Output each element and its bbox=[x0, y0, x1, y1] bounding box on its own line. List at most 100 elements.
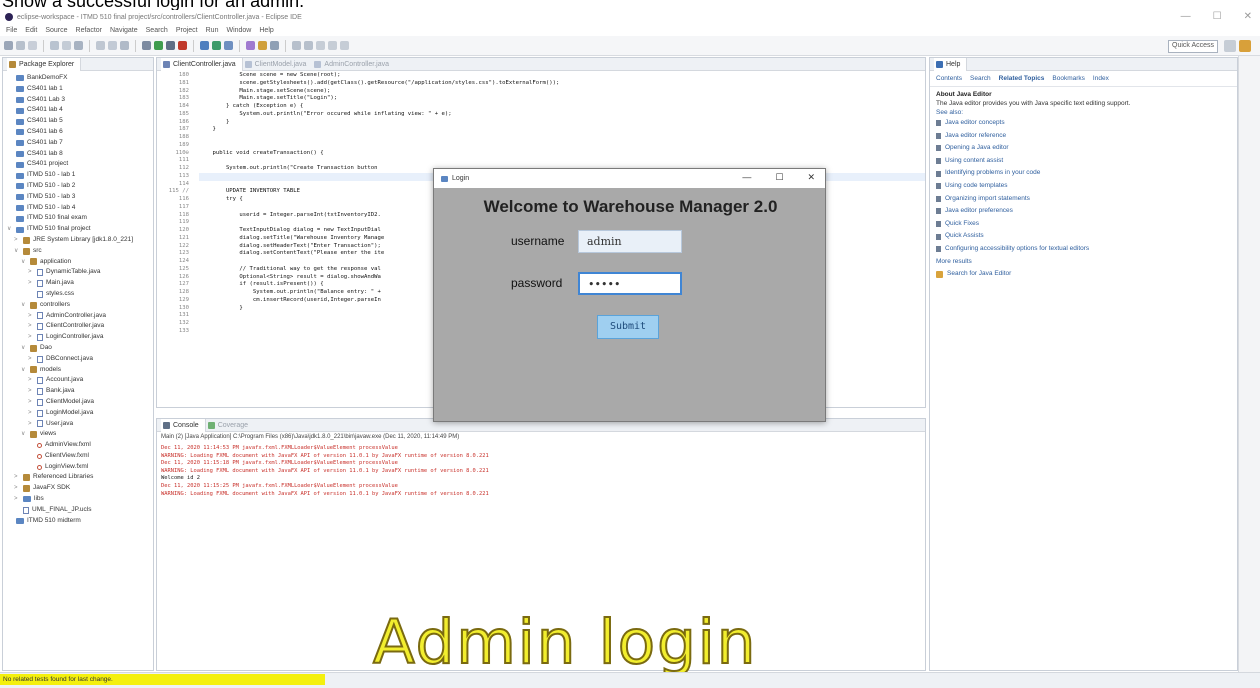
menu-source[interactable]: Source bbox=[45, 27, 67, 34]
help-link[interactable]: Java editor concepts bbox=[936, 117, 1231, 130]
chevron-right-icon[interactable]: > bbox=[28, 408, 34, 419]
tree-item[interactable]: ∨ ITMD 510 final project bbox=[7, 224, 153, 235]
whitespace-icon[interactable] bbox=[120, 41, 129, 50]
last-edit-icon[interactable] bbox=[316, 41, 325, 50]
chevron-right-icon[interactable]: > bbox=[28, 321, 34, 332]
debug-icon[interactable] bbox=[142, 41, 151, 50]
tree-item[interactable]: ∨ Dao bbox=[7, 343, 153, 354]
external-tools-icon[interactable] bbox=[178, 41, 187, 50]
tree-item[interactable]: > AdminController.java bbox=[7, 311, 153, 322]
menu-refactor[interactable]: Refactor bbox=[76, 27, 102, 34]
help-link[interactable]: Identifying problems in your code bbox=[936, 167, 1231, 180]
chevron-right-icon[interactable]: > bbox=[14, 235, 20, 246]
help-link[interactable]: Java editor reference bbox=[936, 130, 1231, 143]
chevron-right-icon[interactable]: > bbox=[28, 386, 34, 397]
help-link[interactable]: Quick Fixes bbox=[936, 218, 1231, 231]
tree-item[interactable]: > JavaFX SDK bbox=[7, 483, 153, 494]
annotation-next-icon[interactable] bbox=[292, 41, 301, 50]
new-icon[interactable] bbox=[4, 41, 13, 50]
tree-item[interactable]: AdminView.fxml bbox=[7, 440, 153, 451]
tree-item[interactable]: ∨ application bbox=[7, 257, 153, 268]
chevron-down-icon[interactable]: ∨ bbox=[14, 246, 20, 257]
tree-item[interactable]: ITMD 510 midterm bbox=[7, 516, 153, 527]
tree-item[interactable]: ∨ controllers bbox=[7, 300, 153, 311]
help-tab-contents[interactable]: Contents bbox=[936, 75, 962, 82]
java-perspective-icon[interactable] bbox=[1239, 40, 1251, 52]
coverage-icon[interactable] bbox=[166, 41, 175, 50]
tree-item[interactable]: CS401 lab 6 bbox=[7, 127, 153, 138]
run-icon[interactable] bbox=[154, 41, 163, 50]
submit-button[interactable]: Submit bbox=[597, 315, 659, 339]
tree-item[interactable]: ITMD 510 - lab 1 bbox=[7, 170, 153, 181]
tab-coverage[interactable]: Coverage bbox=[206, 419, 254, 432]
print-icon[interactable] bbox=[50, 41, 59, 50]
chevron-right-icon[interactable]: > bbox=[28, 375, 34, 386]
username-field[interactable]: admin bbox=[578, 230, 682, 253]
tree-item[interactable]: > LoginController.java bbox=[7, 332, 153, 343]
block-select-icon[interactable] bbox=[108, 41, 117, 50]
menu-search[interactable]: Search bbox=[146, 27, 168, 34]
new-package-icon[interactable] bbox=[212, 41, 221, 50]
chevron-down-icon[interactable]: ∨ bbox=[7, 224, 13, 235]
tree-item[interactable]: ITMD 510 - lab 2 bbox=[7, 181, 153, 192]
help-link[interactable]: Using code templates bbox=[936, 180, 1231, 193]
help-link[interactable]: Quick Assists bbox=[936, 230, 1231, 243]
help-link[interactable]: Configuring accessibility options for te… bbox=[936, 243, 1231, 256]
tree-item[interactable]: > DBConnect.java bbox=[7, 354, 153, 365]
open-type-icon[interactable] bbox=[246, 41, 255, 50]
chevron-down-icon[interactable]: ∨ bbox=[21, 257, 27, 268]
minimize-button[interactable]: — bbox=[1181, 10, 1191, 24]
maximize-button[interactable]: ☐ bbox=[775, 172, 783, 183]
tab-client-model[interactable]: ClientModel.java bbox=[243, 58, 313, 71]
chevron-right-icon[interactable]: > bbox=[28, 354, 34, 365]
menu-project[interactable]: Project bbox=[176, 27, 198, 34]
open-perspective-icon[interactable] bbox=[1224, 40, 1236, 52]
tree-item[interactable]: ∨ src bbox=[7, 246, 153, 257]
help-search-link[interactable]: Search for Java Editor bbox=[936, 268, 1231, 281]
new-class-icon[interactable] bbox=[224, 41, 233, 50]
chevron-right-icon[interactable]: > bbox=[14, 494, 20, 505]
tree-item[interactable]: > ClientModel.java bbox=[7, 397, 153, 408]
tree-item[interactable]: > Bank.java bbox=[7, 386, 153, 397]
help-tab-related-topics[interactable]: Related Topics bbox=[999, 75, 1045, 82]
tree-item[interactable]: ITMD 510 - lab 4 bbox=[7, 203, 153, 214]
tree-item[interactable]: CS401 lab 7 bbox=[7, 138, 153, 149]
save-icon[interactable] bbox=[16, 41, 25, 50]
chevron-right-icon[interactable]: > bbox=[28, 278, 34, 289]
help-tab-index[interactable]: Index bbox=[1093, 75, 1109, 82]
help-link[interactable]: Opening a Java editor bbox=[936, 142, 1231, 155]
tree-item[interactable]: BankDemoFX bbox=[7, 73, 153, 84]
console-output[interactable]: Dec 11, 2020 11:14:53 PM javafx.fxml.FXM… bbox=[161, 445, 901, 498]
menu-run[interactable]: Run bbox=[206, 27, 219, 34]
tree-item[interactable]: ClientView.fxml bbox=[7, 451, 153, 462]
menu-edit[interactable]: Edit bbox=[25, 27, 37, 34]
tree-item[interactable]: ∨ models bbox=[7, 365, 153, 376]
maximize-button[interactable]: ☐ bbox=[1213, 10, 1222, 24]
mark-occurrences-icon[interactable] bbox=[74, 41, 83, 50]
tree-item[interactable]: > LoginModel.java bbox=[7, 408, 153, 419]
help-tab-search[interactable]: Search bbox=[970, 75, 991, 82]
help-link[interactable]: Using content assist bbox=[936, 155, 1231, 168]
tree-item[interactable]: CS401 lab 4 bbox=[7, 105, 153, 116]
tab-package-explorer[interactable]: Package Explorer bbox=[7, 58, 82, 71]
tree-item[interactable]: > User.java bbox=[7, 419, 153, 430]
toggle-icon[interactable] bbox=[62, 41, 71, 50]
chevron-down-icon[interactable]: ∨ bbox=[21, 343, 27, 354]
tree-item[interactable]: styles.css bbox=[7, 289, 153, 300]
close-button[interactable]: ✕ bbox=[807, 172, 815, 183]
tree-item[interactable]: > Account.java bbox=[7, 375, 153, 386]
chevron-right-icon[interactable]: > bbox=[28, 397, 34, 408]
password-field[interactable]: ••••• bbox=[578, 272, 682, 295]
minimize-button[interactable]: — bbox=[742, 172, 751, 183]
tab-console[interactable]: Console bbox=[161, 419, 206, 432]
tree-item[interactable]: CS401 lab 1 bbox=[7, 84, 153, 95]
menu-help[interactable]: Help bbox=[259, 27, 273, 34]
chevron-right-icon[interactable]: > bbox=[28, 267, 34, 278]
forward-icon[interactable] bbox=[340, 41, 349, 50]
chevron-right-icon[interactable]: > bbox=[28, 419, 34, 430]
quick-access-input[interactable]: Quick Access bbox=[1168, 40, 1218, 53]
tree-item[interactable]: LoginView.fxml bbox=[7, 462, 153, 473]
help-link[interactable]: Java editor preferences bbox=[936, 205, 1231, 218]
menu-window[interactable]: Window bbox=[226, 27, 251, 34]
chevron-right-icon[interactable]: > bbox=[28, 332, 34, 343]
